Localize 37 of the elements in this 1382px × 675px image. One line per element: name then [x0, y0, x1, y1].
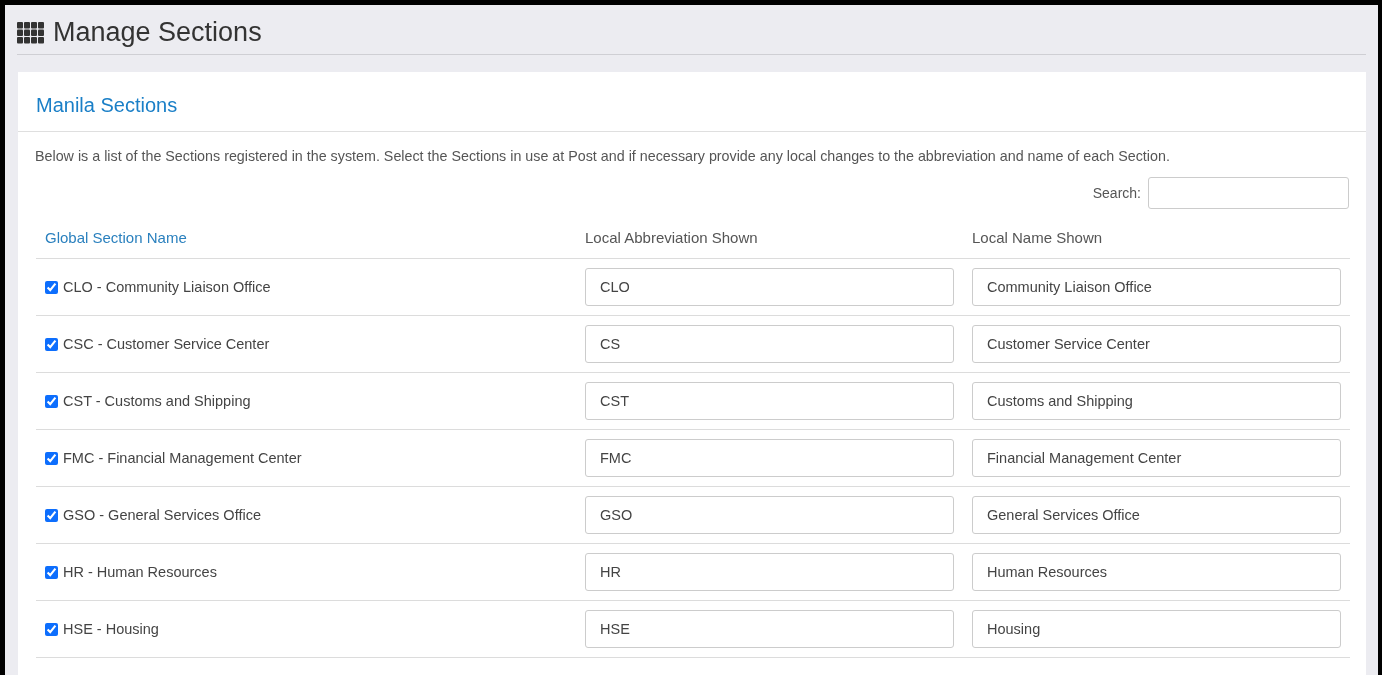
- local-name-field[interactable]: Housing: [972, 610, 1341, 648]
- page-title: Manage Sections: [53, 17, 262, 48]
- grid-icon: [17, 21, 45, 44]
- section-checkbox[interactable]: [45, 565, 58, 579]
- card-title: Manila Sections: [18, 72, 1366, 132]
- section-checkbox[interactable]: [45, 508, 58, 522]
- section-name: CLO - Community Liaison Office: [63, 279, 271, 295]
- column-header: Local Abbreviation Shown: [576, 219, 963, 259]
- section-checkbox[interactable]: [45, 337, 58, 351]
- column-header[interactable]: Global Section Name: [36, 219, 576, 259]
- section-name: FMC - Financial Management Center: [63, 450, 302, 466]
- abbreviation-field[interactable]: CST: [585, 382, 954, 420]
- local-name-field[interactable]: Customs and Shipping: [972, 382, 1341, 420]
- local-name-field[interactable]: Community Liaison Office: [972, 268, 1341, 306]
- section-name: HR - Human Resources: [63, 564, 217, 580]
- section-checkbox[interactable]: [45, 280, 58, 294]
- section-name: HSE - Housing: [63, 621, 159, 637]
- local-name-field[interactable]: Human Resources: [972, 553, 1341, 591]
- section-checkbox[interactable]: [45, 451, 58, 465]
- search-label: Search:: [1092, 185, 1141, 201]
- abbreviation-field[interactable]: CS: [585, 325, 954, 363]
- abbreviation-field[interactable]: CLO: [585, 268, 954, 306]
- section-checkbox[interactable]: [45, 622, 58, 636]
- local-name-field[interactable]: Customer Service Center: [972, 325, 1341, 363]
- local-name-field[interactable]: Financial Management Center: [972, 439, 1341, 477]
- column-header: Local Name Shown: [963, 219, 1350, 259]
- section-name: CSC - Customer Service Center: [63, 336, 270, 352]
- section-checkbox[interactable]: [45, 394, 58, 408]
- section-name: GSO - General Services Office: [63, 507, 261, 523]
- abbreviation-field[interactable]: GSO: [585, 496, 954, 534]
- search-field[interactable]: [1148, 177, 1349, 209]
- abbreviation-field[interactable]: HR: [585, 553, 954, 591]
- abbreviation-field[interactable]: FMC: [585, 439, 954, 477]
- section-name: CST - Customs and Shipping: [63, 393, 251, 409]
- local-name-field[interactable]: General Services Office: [972, 496, 1341, 534]
- abbreviation-field[interactable]: HSE: [585, 610, 954, 648]
- description: Below is a list of the Sections registered in the system. Select the Sections in use at Post and if necessary provide any local changes to the abbreviation and name of each Section.: [35, 148, 1171, 164]
